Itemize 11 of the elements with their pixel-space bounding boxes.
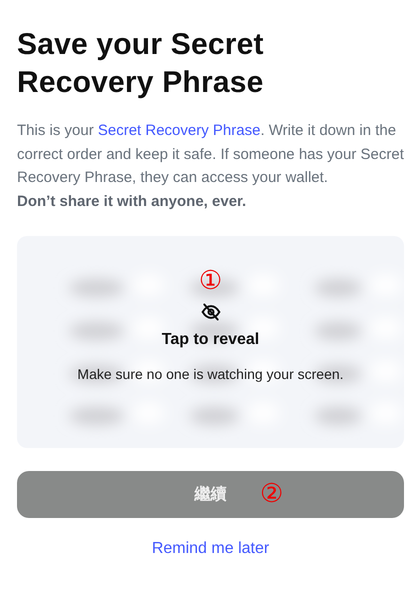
intro-paragraph: This is your Secret Recovery Phrase. Write it down in the correct order and keep it safe. If someone has your Secret Recovery Phrase, they can access your wallet. <box>17 121 404 188</box>
reveal-card[interactable]: ① Tap to reveal Make sure no one is watching your screen. <box>17 236 404 448</box>
page-title: Save your Secret Recovery Phrase <box>17 27 265 101</box>
eye-slash-icon <box>200 302 220 322</box>
recovery-phrase-link[interactable]: Secret Recovery Phrase <box>98 122 260 139</box>
remind-later-link[interactable]: Remind me later <box>152 540 270 558</box>
reveal-title: Tap to reveal <box>162 331 260 349</box>
warning-text: Don’t share it with anyone, ever. <box>17 192 248 212</box>
annotation-number: ① <box>198 266 222 294</box>
annotation-number: ② <box>260 479 284 507</box>
reveal-message: Make sure no one is watching your screen. <box>77 366 344 382</box>
